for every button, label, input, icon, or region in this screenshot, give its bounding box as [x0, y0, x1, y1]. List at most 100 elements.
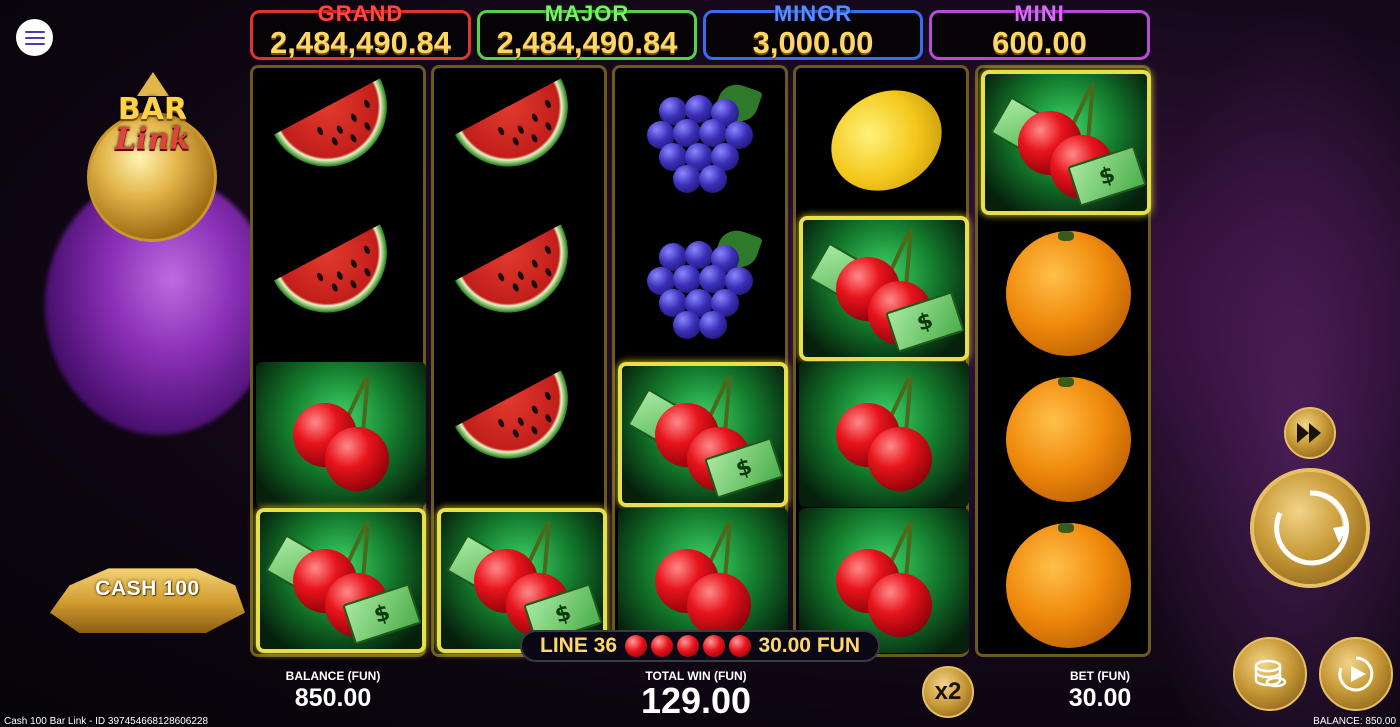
line-win-amount: 30.00 FUN: [758, 634, 860, 657]
seed: [516, 416, 526, 427]
seed: [315, 271, 325, 282]
hamburger-icon: [24, 30, 45, 33]
seed: [349, 112, 359, 123]
fast-forward-icon: [1297, 423, 1321, 443]
cherry-icon: [650, 635, 673, 657]
jackpot-minor-name: MINOR: [773, 1, 853, 26]
balance-value: 850.00: [294, 684, 372, 712]
seed: [335, 124, 345, 135]
orange: [1006, 376, 1131, 502]
watermelon-slice: [454, 77, 590, 188]
cherry-icon: [728, 635, 751, 657]
grape: [673, 310, 701, 339]
bet-value: 30.00: [1068, 684, 1132, 712]
seed: [543, 244, 553, 255]
lemon: [812, 70, 961, 210]
seed: [530, 132, 539, 143]
seed: [544, 120, 553, 131]
cherry-icon: [624, 635, 647, 657]
cash-cherry-symbol: $$: [627, 374, 784, 499]
seed: [496, 271, 506, 282]
orange-symbol: [996, 521, 1136, 648]
turbo-button[interactable]: [1284, 407, 1336, 459]
grape: [673, 164, 701, 193]
game-logo: BAR Link: [85, 72, 220, 242]
reel-cell: [256, 216, 426, 361]
orange-stem: [1058, 230, 1074, 241]
reel-cell: [981, 508, 1151, 653]
reel-cell: [799, 70, 969, 215]
watermelon-symbol: [452, 77, 592, 203]
cash-cherry-symbol: $$: [990, 82, 1147, 207]
bet-button[interactable]: [1233, 637, 1307, 711]
watermelon-symbol: [452, 369, 592, 495]
line-win-symbols: [624, 635, 751, 657]
cash-100-badge: CASH 100: [50, 555, 245, 635]
seed: [543, 390, 553, 401]
reel-2: $$: [431, 65, 607, 657]
cash-cherry-symbol: $$: [265, 520, 422, 645]
spin-arrow-icon: [1274, 490, 1350, 566]
jackpot-grand-value: 2,484,490.84: [269, 25, 451, 60]
seed: [335, 270, 345, 281]
seed: [544, 266, 553, 277]
reel-4: $$: [793, 65, 969, 657]
watermelon-symbol: [452, 223, 592, 349]
reel-cell: [981, 362, 1151, 507]
seed: [349, 258, 359, 269]
jackpot-grand: GRAND 2,484,490.84: [250, 1, 471, 60]
seed: [530, 112, 540, 123]
grape: [699, 164, 727, 193]
bet-label: BET (FUN): [1070, 669, 1130, 683]
seed: [363, 120, 372, 131]
line-win-banner: LINE 36 30.00 FUN: [520, 630, 880, 662]
orange: [1006, 522, 1131, 648]
cherry-symbol: [633, 520, 773, 641]
reel-cell: $$: [256, 508, 426, 653]
reel-cell: [437, 216, 607, 361]
lemon-symbol: [812, 70, 961, 210]
seed: [330, 281, 340, 293]
reel-cell: [437, 70, 607, 215]
watermelon-slice: [454, 369, 590, 480]
cherry-icon: [702, 635, 725, 657]
watermelon-symbol: [271, 223, 411, 349]
seed: [330, 135, 340, 147]
watermelon-slice: [454, 223, 590, 334]
seed: [362, 244, 372, 255]
orange-stem: [1058, 376, 1074, 387]
grape: [699, 310, 727, 339]
jackpot-mini-name: MINI: [1014, 1, 1065, 26]
reel-cell: [799, 362, 969, 507]
reel-3: $$: [612, 65, 788, 657]
cash-cherry-symbol: $$: [808, 228, 965, 353]
orange-symbol: [996, 229, 1136, 356]
cherry: [868, 572, 932, 637]
cherry-symbol: [814, 520, 954, 641]
reel-cell: [618, 70, 788, 215]
seed: [530, 278, 539, 289]
logo-link-text: Link: [114, 122, 191, 157]
spin-button[interactable]: [1250, 468, 1370, 588]
seed: [511, 281, 521, 293]
seed: [530, 424, 539, 435]
reel-cell: [981, 216, 1151, 361]
multiplier-badge: x2: [922, 666, 974, 718]
watermelon-slice: [273, 223, 409, 334]
cherry: [325, 426, 389, 491]
cherry-symbol: [271, 374, 411, 495]
balance-label: BALANCE (FUN): [285, 669, 381, 683]
grapes-symbol: [633, 78, 773, 203]
seed: [315, 125, 325, 136]
reel-cell: $$: [981, 70, 1151, 215]
seed: [363, 266, 372, 277]
seed: [544, 412, 553, 423]
reel-cell: $$: [799, 216, 969, 361]
jackpot-minor-value: 3,000.00: [752, 25, 874, 60]
menu-button[interactable]: [16, 19, 53, 56]
total-win-value: 129.00: [640, 680, 752, 721]
jackpot-mini: MINI 600.00: [929, 1, 1150, 60]
autoplay-button[interactable]: [1319, 637, 1393, 711]
reel-cell: [256, 362, 426, 507]
cash-badge-label: CASH 100: [95, 577, 200, 600]
